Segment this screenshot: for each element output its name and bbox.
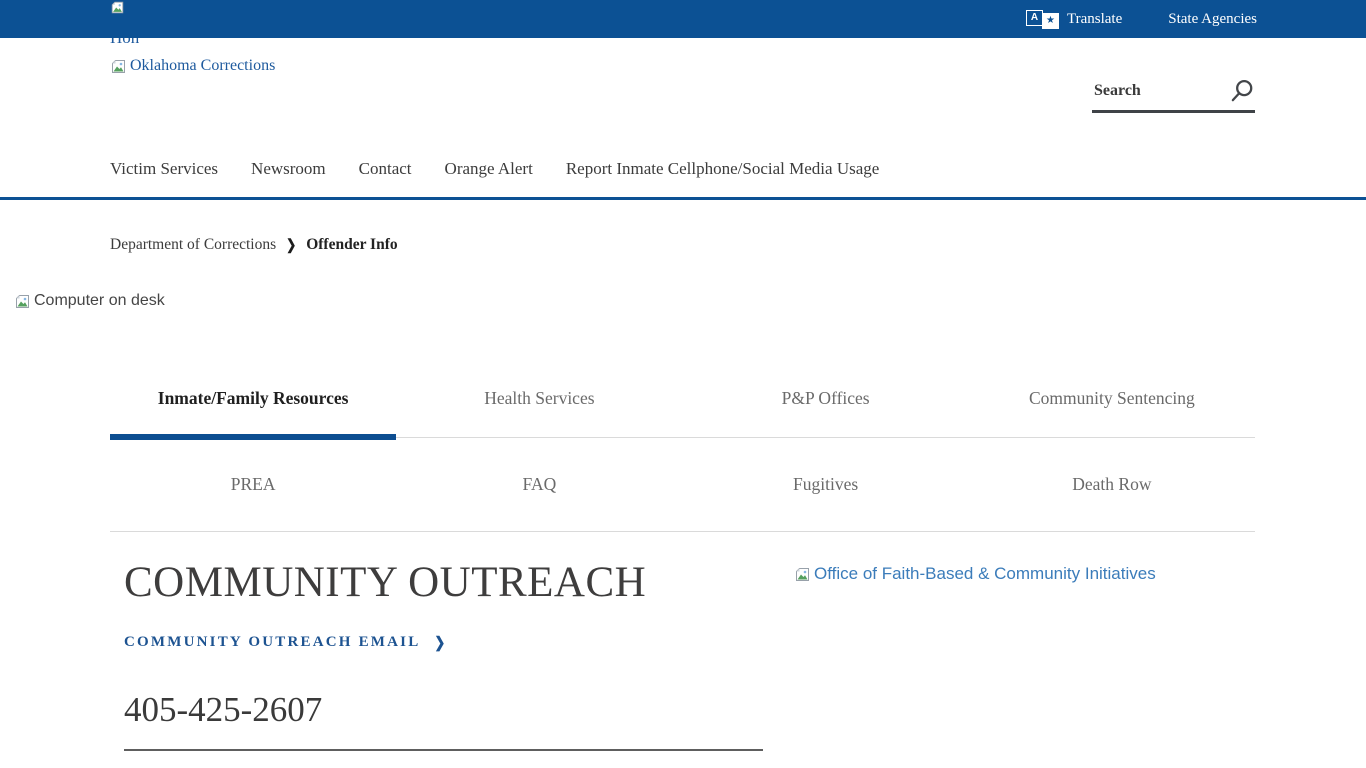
tab-row-secondary: PREA FAQ Fugitives Death Row bbox=[110, 438, 1255, 532]
breadcrumb: Department of Corrections ❯ Offender Inf… bbox=[110, 236, 398, 254]
tab-health-services[interactable]: Health Services bbox=[396, 360, 682, 437]
faith-based-initiatives-label: Office of Faith-Based & Community Initia… bbox=[814, 564, 1156, 584]
translate-label: Translate bbox=[1067, 11, 1122, 28]
section-tabs: Inmate/Family Resources Health Services … bbox=[110, 360, 1255, 532]
chevron-right-icon: ❯ bbox=[434, 633, 445, 651]
logo-broken-image-icon bbox=[110, 58, 127, 75]
breadcrumb-current: Offender Info bbox=[306, 236, 397, 254]
tab-inmate-family-resources[interactable]: Inmate/Family Resources bbox=[110, 360, 396, 437]
state-agencies-label: State Agencies bbox=[1168, 11, 1257, 28]
banner-image-alt-text: Computer on desk bbox=[34, 292, 165, 310]
chevron-right-icon: ❯ bbox=[286, 236, 296, 254]
search-icon bbox=[1228, 78, 1255, 105]
nav-contact[interactable]: Contact bbox=[359, 159, 412, 179]
site-logo-link[interactable]: Oklahoma Corrections bbox=[110, 57, 275, 75]
phone-number: 405-425-2607 bbox=[124, 690, 322, 730]
nav-report-inmate-cellphone[interactable]: Report Inmate Cellphone/Social Media Usa… bbox=[566, 159, 879, 179]
community-outreach-email-link[interactable]: COMMUNITY OUTREACH EMAIL ❯ bbox=[124, 634, 445, 651]
search-input[interactable] bbox=[1092, 81, 1228, 101]
top-utility-bar: A ★ Translate State Agencies bbox=[0, 0, 1366, 38]
translate-button[interactable]: A ★ Translate bbox=[1026, 10, 1122, 29]
tab-row-primary: Inmate/Family Resources Health Services … bbox=[110, 360, 1255, 438]
nav-orange-alert[interactable]: Orange Alert bbox=[445, 159, 533, 179]
banner-broken-image: Computer on desk bbox=[14, 292, 165, 310]
faith-based-initiatives-link[interactable]: Office of Faith-Based & Community Initia… bbox=[794, 564, 1156, 584]
tab-fugitives[interactable]: Fugitives bbox=[683, 438, 969, 531]
broken-image-icon bbox=[14, 293, 31, 310]
broken-image-icon bbox=[794, 566, 811, 583]
breadcrumb-department-of-corrections[interactable]: Department of Corrections bbox=[110, 236, 276, 254]
search-button[interactable] bbox=[1228, 78, 1255, 105]
content-divider bbox=[124, 749, 763, 751]
tab-death-row[interactable]: Death Row bbox=[969, 438, 1255, 531]
header-divider bbox=[0, 197, 1366, 200]
tab-pp-offices[interactable]: P&P Offices bbox=[683, 360, 969, 437]
nav-newsroom[interactable]: Newsroom bbox=[251, 159, 326, 179]
main-navigation: Victim Services Newsroom Contact Orange … bbox=[110, 159, 879, 179]
site-logo-label: Oklahoma Corrections bbox=[130, 57, 275, 75]
state-agencies-link[interactable]: State Agencies bbox=[1168, 11, 1257, 28]
page-title: COMMUNITY OUTREACH bbox=[124, 558, 646, 607]
search-box bbox=[1092, 72, 1255, 113]
email-link-label: COMMUNITY OUTREACH EMAIL bbox=[124, 634, 420, 651]
nav-victim-services[interactable]: Victim Services bbox=[110, 159, 218, 179]
translate-icon: A ★ bbox=[1026, 10, 1059, 29]
home-broken-image-icon bbox=[110, 0, 125, 20]
tab-community-sentencing[interactable]: Community Sentencing bbox=[969, 360, 1255, 437]
tab-faq[interactable]: FAQ bbox=[396, 438, 682, 531]
tab-prea[interactable]: PREA bbox=[110, 438, 396, 531]
